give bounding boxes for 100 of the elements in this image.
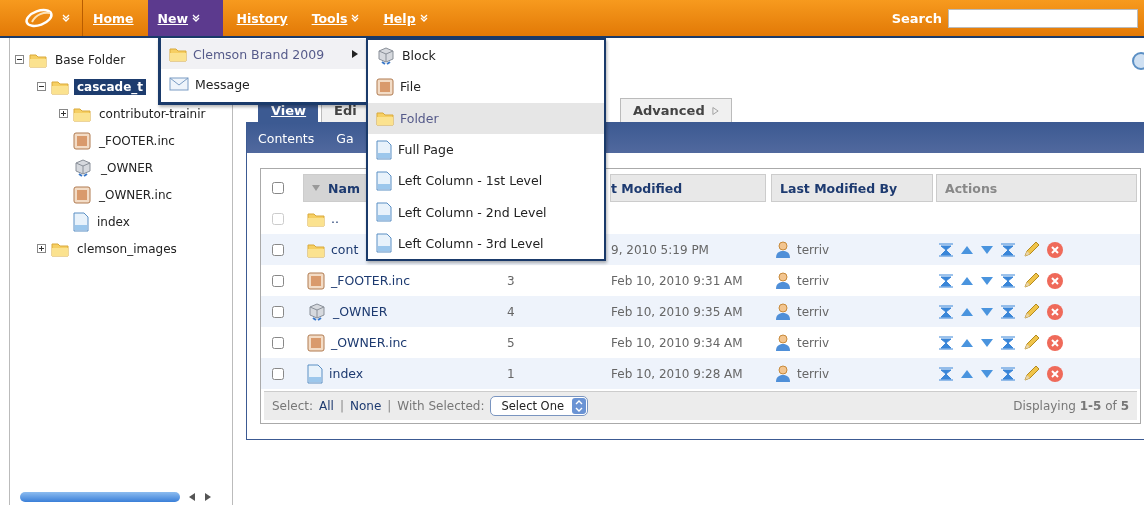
cube-icon [307,301,327,322]
scroll-left-icon[interactable] [188,493,196,501]
folder-icon [51,240,69,257]
folder-icon [376,110,394,127]
user-name: terriv [797,304,830,319]
down-arrow-icon[interactable] [980,306,994,317]
checkbox[interactable] [272,336,284,349]
separator: | [387,399,392,413]
file-icon [73,131,91,150]
down-arrow-icon[interactable] [980,244,994,255]
expand-icon[interactable] [59,109,68,118]
pencil-icon[interactable] [1022,364,1040,383]
column-header[interactable]: Nam [303,174,369,202]
move-top-icon[interactable] [938,242,954,257]
tree-item[interactable]: _OWNER.inc [96,186,176,203]
menu-item[interactable]: Message [161,69,366,99]
search-label: Search [891,10,942,26]
subtab[interactable]: Ga [325,130,365,146]
menu-item[interactable]: Folder [368,102,604,134]
modified-date: Feb 10, 2010 9:31 AM [611,273,743,288]
file-icon [307,271,325,290]
menu-item[interactable]: Left Column - 1st Level [368,165,604,197]
move-bottom-icon[interactable] [1000,304,1016,319]
select-all-link[interactable]: All [319,399,334,413]
expand-icon[interactable] [37,244,46,253]
pencil-icon[interactable] [1022,240,1040,259]
search-field[interactable] [948,8,1138,28]
checkbox[interactable] [272,367,284,380]
down-arrow-icon[interactable] [980,368,994,379]
file-name-link[interactable]: .. [331,211,339,226]
tree-item[interactable]: clemson_images [74,240,180,257]
subtab[interactable]: Contents [247,130,326,146]
folder-icon [29,51,47,68]
delete-icon[interactable] [1046,271,1064,290]
modified-date: Feb 10, 2010 9:34 AM [611,335,743,350]
down-arrow-icon[interactable] [980,337,994,348]
user-icon [775,333,791,352]
up-arrow-icon[interactable] [960,368,974,379]
tree-item[interactable]: contributor-trainir [96,105,209,122]
move-bottom-icon[interactable] [1000,273,1016,288]
delete-icon[interactable] [1046,333,1064,352]
folder-icon [307,241,325,258]
bulk-action-dropdown[interactable]: Select One [490,396,589,416]
move-top-icon[interactable] [938,273,954,288]
up-arrow-icon[interactable] [960,306,974,317]
scroll-thumb[interactable] [20,492,180,502]
modified-date: Feb 10, 2010 9:28 AM [611,366,743,381]
page-icon [376,233,392,254]
order-number: 3 [507,273,515,288]
up-arrow-icon[interactable] [960,337,974,348]
user-icon [775,302,791,321]
move-top-icon[interactable] [938,335,954,350]
move-top-icon[interactable] [938,304,954,319]
tree-item[interactable]: Base Folder [52,51,129,68]
file-name-link[interactable]: _OWNER [333,304,388,319]
menu-item[interactable]: Block [368,40,604,72]
file-name-link[interactable]: _FOOTER.inc [331,273,411,288]
column-header[interactable]: Last Modified By [771,174,933,202]
file-name-link[interactable]: index [329,366,364,381]
move-bottom-icon[interactable] [1000,242,1016,257]
scroll-right-icon[interactable] [204,493,212,501]
menu-item[interactable]: Full Page [368,133,604,166]
tree-item[interactable]: index [94,213,133,230]
folder-icon [169,46,187,62]
menu-item[interactable]: Left Column - 3rd Level [368,227,604,260]
pencil-icon[interactable] [1022,302,1040,321]
move-bottom-icon[interactable] [1000,335,1016,350]
checkbox[interactable] [272,274,284,287]
tree-item[interactable]: cascade_t [74,78,147,95]
column-header[interactable]: t Modified [610,174,766,202]
order-number: 4 [507,304,515,319]
delete-icon[interactable] [1046,240,1064,259]
up-arrow-icon[interactable] [960,275,974,286]
logo-icon [24,8,54,28]
checkbox[interactable] [272,182,284,194]
file-name-link[interactable]: cont [331,242,359,257]
menu-item[interactable]: Left Column - 2nd Level [368,196,604,228]
collapse-icon[interactable] [15,55,24,64]
collapse-icon[interactable] [37,82,46,91]
tree-item[interactable]: _OWNER [98,159,157,176]
menu-item[interactable]: Clemson Brand 2009 [161,39,366,69]
down-arrow-icon[interactable] [980,275,994,286]
page-icon [376,202,392,223]
file-name-link[interactable]: _OWNER.inc [331,335,408,350]
user-name: terriv [797,366,830,381]
tab[interactable]: Advanced [620,98,732,122]
user-icon [775,240,791,259]
delete-icon[interactable] [1046,302,1064,321]
envelope-icon [169,76,189,92]
pencil-icon[interactable] [1022,271,1040,290]
move-bottom-icon[interactable] [1000,366,1016,381]
checkbox[interactable] [272,243,284,256]
select-none-link[interactable]: None [350,399,382,413]
up-arrow-icon[interactable] [960,244,974,255]
checkbox[interactable] [272,305,284,318]
nav-menu-item[interactable]: New [147,0,223,36]
delete-icon[interactable] [1046,364,1064,383]
pencil-icon[interactable] [1022,333,1040,352]
tree-item[interactable]: _FOOTER.inc [96,132,178,149]
move-top-icon[interactable] [938,366,954,381]
